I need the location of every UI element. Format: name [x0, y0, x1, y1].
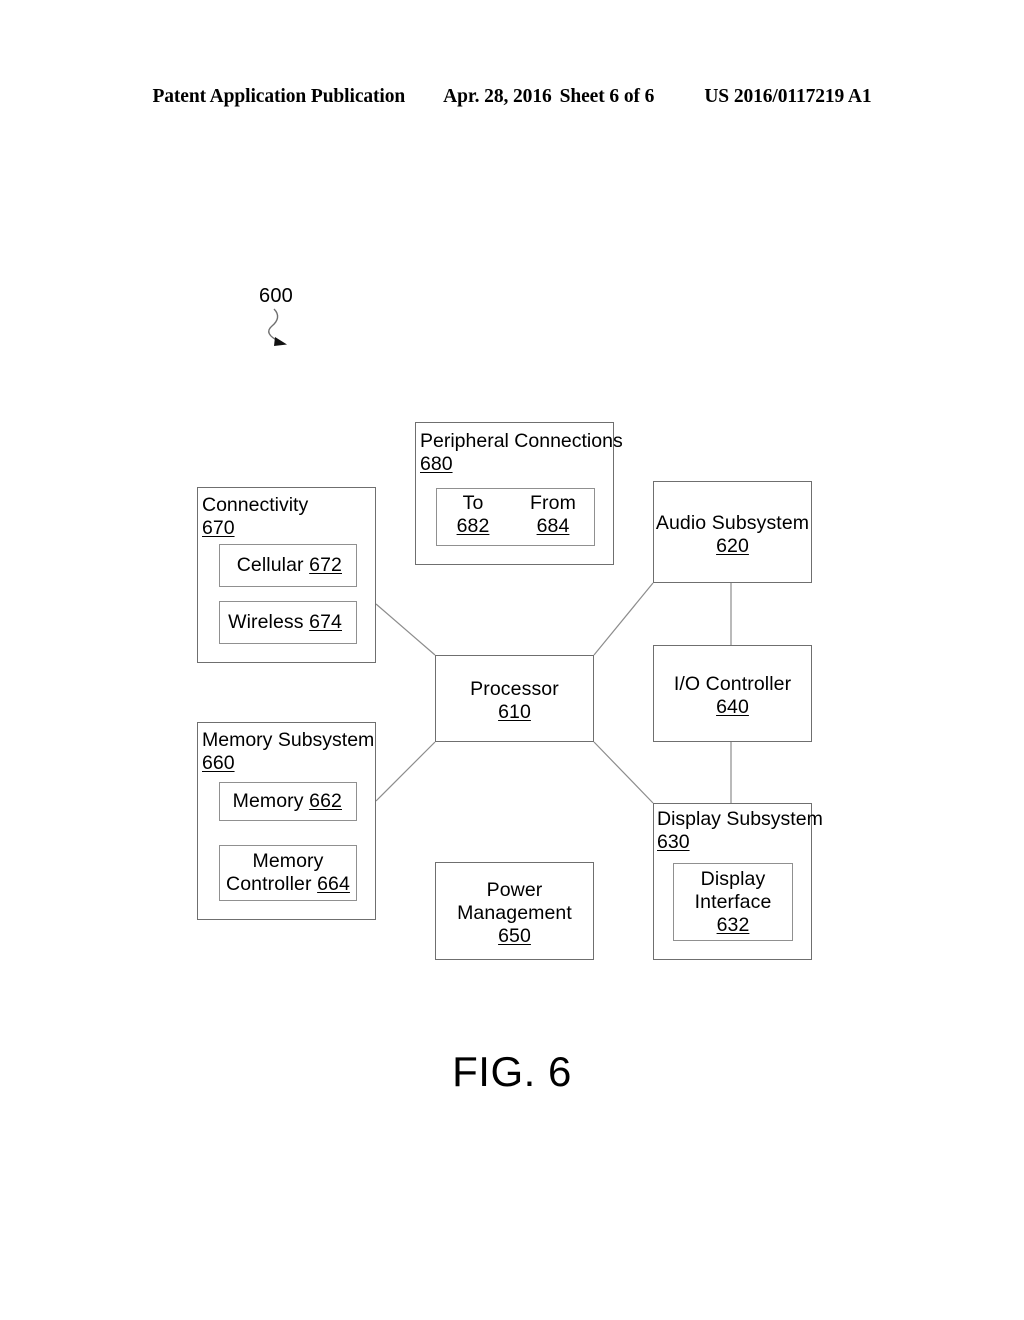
memory-controller-number: 664	[317, 873, 350, 895]
port-from-number: 684	[536, 515, 570, 537]
connector-connectivity-processor	[375, 603, 436, 656]
page-header: Patent Application Publication Apr. 28, …	[0, 86, 1024, 114]
block-power-management[interactable]: Power Management 650	[435, 862, 594, 960]
memory-number: 662	[309, 790, 342, 812]
display-subsystem-title: Display Subsystem	[657, 808, 823, 830]
display-subsystem-number: 630	[657, 831, 690, 853]
block-processor[interactable]: Processor 610	[435, 655, 594, 742]
connectivity-title: Connectivity	[202, 494, 309, 516]
block-memory-subsystem[interactable]: Memory Subsystem 660 Memory 662 Memory C…	[197, 722, 376, 920]
connector-memory-processor	[375, 741, 436, 802]
block-cellular[interactable]: Cellular 672	[219, 544, 357, 587]
io-controller-title: I/O Controller	[673, 673, 792, 695]
connector-audio-processor	[593, 582, 654, 656]
block-memory-controller[interactable]: Memory Controller 664	[219, 845, 357, 901]
port-to-number: 682	[456, 515, 490, 537]
memory-label: Memory 662	[220, 790, 342, 813]
figure-reference-numeral: 600	[259, 285, 293, 307]
display-interface-line1: Display	[700, 868, 766, 890]
header-sheet-label: Sheet 6 of 6	[559, 86, 655, 107]
block-peripheral-connections[interactable]: Peripheral Connections 680 To 682 From 6…	[415, 422, 623, 565]
header-publication-number: US 2016/0117219 A1	[704, 86, 872, 107]
processor-title: Processor	[470, 678, 559, 700]
memory-subsystem-title: Memory Subsystem	[202, 729, 375, 751]
block-audio-subsystem[interactable]: Audio Subsystem 620	[653, 481, 812, 583]
cellular-number: 672	[309, 554, 342, 576]
peripheral-connections-ports-group[interactable]: To 682 From 684	[436, 488, 595, 546]
header-publication-label: Patent Application Publication	[152, 86, 406, 107]
port-from-title: From	[530, 492, 576, 514]
figure-caption: FIG. 6	[452, 1048, 572, 1095]
patent-figure-page: Patent Application Publication Apr. 28, …	[0, 0, 1024, 1320]
memory-controller-line1: Memory	[252, 850, 324, 872]
block-io-controller[interactable]: I/O Controller 640	[653, 645, 812, 742]
power-management-number: 650	[498, 925, 531, 947]
header-date-label: Apr. 28, 2016	[443, 86, 552, 107]
display-interface-line2: Interface	[694, 891, 772, 913]
connectivity-number: 670	[202, 517, 235, 539]
block-wireless[interactable]: Wireless 674	[219, 601, 357, 644]
connector-processor-display	[593, 741, 654, 804]
display-interface-number: 632	[716, 914, 750, 936]
io-controller-number: 640	[716, 696, 749, 718]
audio-subsystem-number: 620	[716, 535, 749, 557]
wireless-label: Wireless 674	[220, 611, 342, 634]
cellular-label: Cellular 672	[220, 554, 342, 577]
wireless-label-text: Wireless	[228, 611, 310, 633]
memory-controller-label: Controller 664	[220, 873, 356, 896]
block-display-interface[interactable]: Display Interface 632	[673, 863, 793, 941]
cellular-label-text: Cellular	[236, 554, 310, 576]
squiggle-arrow-icon	[268, 308, 287, 346]
memory-controller-line2: Controller	[226, 873, 318, 895]
memory-subsystem-number: 660	[202, 752, 235, 774]
wireless-number: 674	[309, 611, 342, 633]
processor-number: 610	[498, 701, 531, 723]
block-memory[interactable]: Memory 662	[219, 782, 357, 821]
peripheral-connections-number: 680	[420, 453, 453, 475]
peripheral-connections-title: Peripheral Connections	[420, 430, 623, 452]
power-management-line2: Management	[457, 902, 572, 924]
port-to-title: To	[462, 492, 484, 514]
memory-label-text: Memory	[232, 790, 310, 812]
block-connectivity[interactable]: Connectivity 670 Cellular 672 Wireless 6…	[197, 487, 376, 663]
audio-subsystem-title: Audio Subsystem	[655, 512, 810, 534]
power-management-line1: Power	[486, 879, 543, 901]
block-display-subsystem[interactable]: Display Subsystem 630 Display Interface …	[653, 803, 823, 960]
